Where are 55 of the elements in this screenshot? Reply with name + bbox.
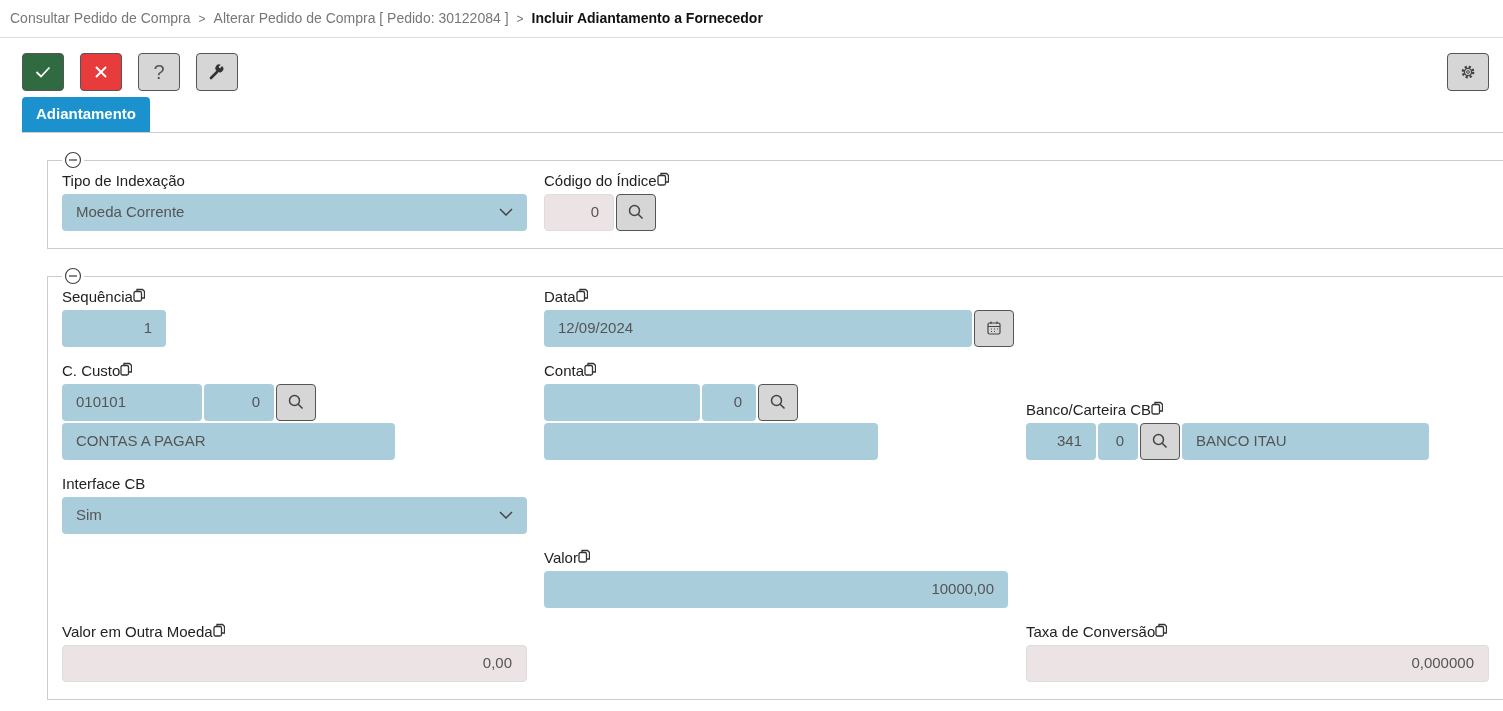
field-label: Banco/Carteira CB (1026, 399, 1152, 420)
select-value: Moeda Corrente (76, 201, 185, 222)
code-field[interactable]: 0 (1098, 422, 1138, 460)
code-field[interactable]: 0 (204, 383, 274, 421)
check-icon (35, 66, 51, 78)
search-icon (288, 394, 304, 410)
chevron-down-icon (499, 511, 513, 519)
breadcrumb-item: Incluir Adiantamento a Fornecedor (531, 9, 763, 28)
cancel-button[interactable] (80, 53, 122, 91)
field-label: Interface CB (62, 473, 146, 494)
chevron-down-icon (499, 208, 513, 216)
field-label: Data (544, 286, 576, 307)
settings-icon (1460, 64, 1476, 80)
tools-button[interactable] (196, 53, 238, 91)
field-label: Código do Índice (544, 170, 657, 191)
search-button[interactable] (1140, 422, 1180, 460)
wrench-icon (209, 64, 225, 80)
field-label: Conta (544, 360, 585, 381)
code-field[interactable]: 0 (702, 383, 756, 421)
breadcrumb-item[interactable]: Consultar Pedido de Compra (10, 8, 191, 29)
select-field[interactable]: Moeda Corrente (62, 193, 527, 231)
input-field[interactable]: 1 (62, 309, 166, 347)
search-button[interactable] (276, 383, 316, 421)
description-field: CONTAS A PAGAR (62, 422, 395, 460)
search-icon (770, 394, 786, 410)
input-field[interactable]: 10000,00 (544, 570, 1008, 608)
close-icon (94, 65, 108, 79)
code-field[interactable]: 010101 (62, 383, 202, 421)
search-button[interactable] (758, 383, 798, 421)
tab[interactable]: Adiantamento (22, 97, 150, 132)
breadcrumb-separator: > (516, 10, 524, 28)
field-label: Sequência (62, 286, 133, 307)
select-field[interactable]: Sim (62, 496, 527, 534)
description-field: BANCO ITAU (1182, 422, 1429, 460)
help-button[interactable]: ? (138, 53, 180, 91)
field-label: Taxa de Conversão (1026, 621, 1156, 642)
date-field[interactable]: 12/09/2024 (544, 309, 972, 347)
search-icon (1152, 433, 1168, 449)
confirm-button[interactable] (22, 53, 64, 91)
breadcrumb-item[interactable]: Alterar Pedido de Compra [ Pedido: 30122084 ] (213, 8, 509, 29)
breadcrumb-separator: > (198, 10, 206, 28)
calendar-icon (987, 321, 1001, 335)
calendar-button[interactable] (974, 309, 1014, 347)
collapse-icon[interactable] (64, 150, 82, 169)
search-button[interactable] (616, 193, 656, 231)
collapse-icon[interactable] (64, 266, 82, 285)
code-field[interactable] (544, 383, 700, 421)
settings-button[interactable] (1447, 53, 1489, 91)
field-label: C. Custo (62, 360, 121, 381)
code-field[interactable]: 341 (1026, 422, 1096, 460)
select-value: Sim (76, 504, 102, 525)
search-icon (628, 204, 644, 220)
field-label: Tipo de Indexação (62, 170, 185, 191)
field-label: Valor em Outra Moeda (62, 621, 213, 642)
field-label: Valor (544, 547, 578, 568)
